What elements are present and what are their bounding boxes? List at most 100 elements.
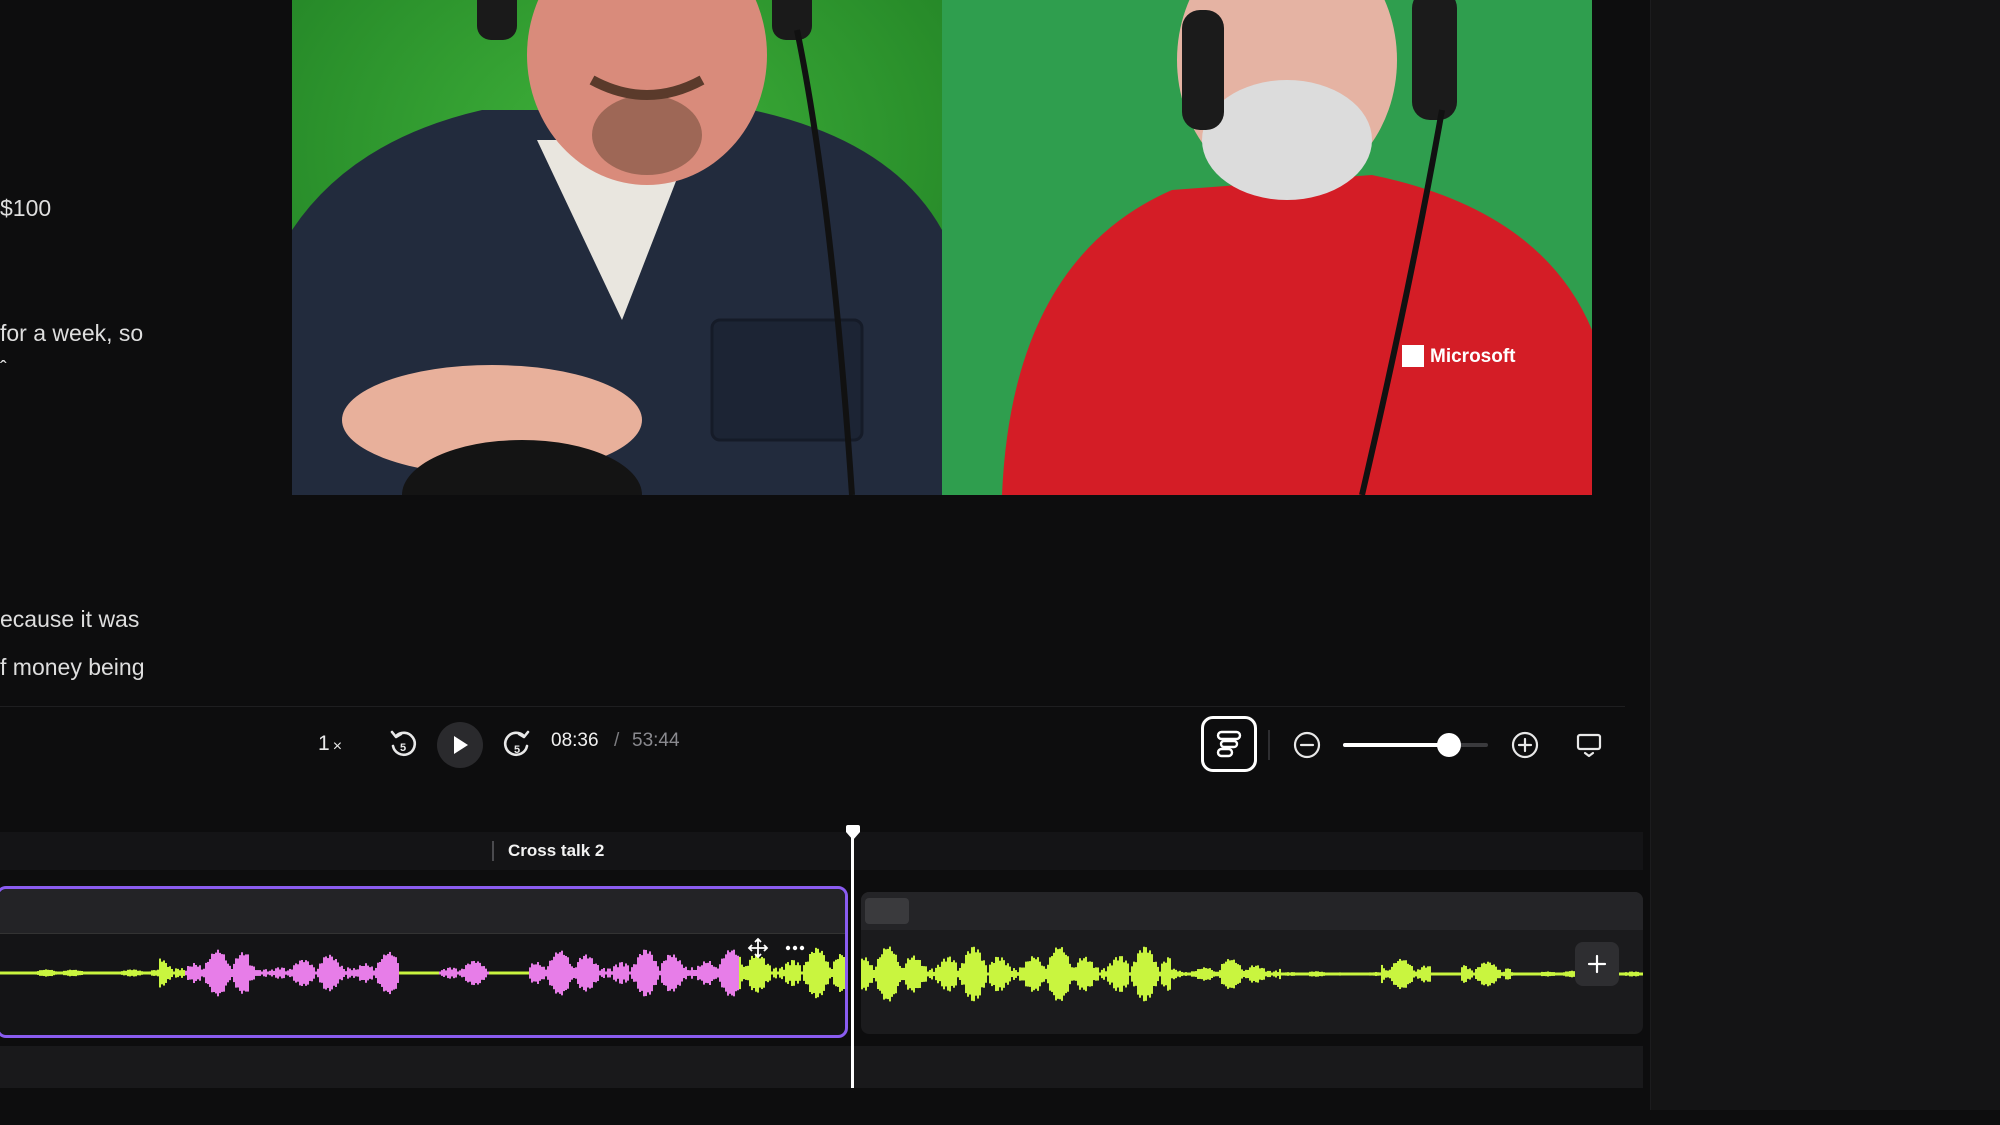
- waveform-bar: [1059, 948, 1061, 1000]
- clip-thumbnail: [865, 898, 909, 924]
- forward-5-button[interactable]: 5: [500, 727, 534, 761]
- marker-label[interactable]: Cross talk 2: [492, 841, 604, 861]
- waveform-bar: [1529, 972, 1531, 976]
- clip-header[interactable]: [861, 892, 1643, 930]
- clip-header[interactable]: [0, 889, 845, 934]
- transcript-line[interactable]: for a week, so: [0, 320, 143, 347]
- waveform-bar: [931, 968, 933, 980]
- waveform-bar: [127, 969, 129, 977]
- waveform-bar: [141, 971, 143, 975]
- waveform-bar: [77, 970, 79, 976]
- waveform-bar: [33, 971, 35, 975]
- playhead-handle-icon[interactable]: [844, 824, 862, 842]
- forward-5-icon: 5: [503, 730, 530, 757]
- waveform-bar: [1207, 968, 1209, 980]
- waveform-bar: [1441, 972, 1443, 976]
- waveform-bar: [1003, 960, 1005, 988]
- waveform-bar: [199, 965, 201, 981]
- transcript-line[interactable]: ecause it was: [0, 606, 139, 633]
- waveform-bar: [471, 961, 473, 985]
- waveform-bar: [715, 967, 717, 979]
- waveform-bar: [1619, 972, 1621, 976]
- zoom-slider-thumb[interactable]: [1436, 733, 1461, 757]
- move-clip-button[interactable]: [745, 935, 771, 961]
- waveform-bar: [467, 963, 469, 983]
- waveform-bar: [1011, 970, 1013, 978]
- divider: [0, 706, 1625, 707]
- waveform-bar: [185, 970, 187, 976]
- waveform-bar: [319, 963, 321, 983]
- waveform-bar: [1, 971, 3, 975]
- waveform-bar: [1019, 967, 1021, 981]
- clip-selected[interactable]: [0, 886, 848, 1038]
- waveform-bar: [1417, 969, 1419, 979]
- waveform-bar: [911, 957, 913, 991]
- waveform-bar: [1219, 970, 1221, 978]
- waveform-bar: [1113, 959, 1115, 989]
- waveform-bar: [447, 967, 449, 979]
- waveform-bar: [107, 971, 109, 975]
- waveform-bar: [1487, 961, 1489, 987]
- waveform-bar: [1071, 967, 1073, 981]
- transcript-line[interactable]: f money being: [0, 654, 144, 681]
- waveform-bar: [163, 960, 165, 986]
- waveform-bar: [975, 952, 977, 996]
- waveform-bar: [133, 969, 135, 977]
- more-options-button[interactable]: [781, 935, 809, 961]
- transcript-line[interactable]: ˆ: [0, 358, 7, 381]
- timeline-ruler[interactable]: Cross talk 2: [0, 832, 1643, 870]
- waveform-bar: [1509, 968, 1511, 980]
- transcript-line[interactable]: $100: [0, 195, 51, 222]
- waveform-bar: [811, 951, 813, 995]
- waveform-bar: [103, 971, 105, 975]
- waveform-bar: [1237, 964, 1239, 984]
- waveform-bar: [1491, 965, 1493, 983]
- display-options-button[interactable]: [1573, 729, 1605, 761]
- zoom-slider[interactable]: [1343, 733, 1488, 757]
- zoom-out-button[interactable]: [1291, 729, 1323, 761]
- script-view-button[interactable]: [1201, 716, 1257, 772]
- side-panel: [1650, 0, 2000, 1110]
- waveform-bar: [449, 967, 451, 979]
- waveform-bar: [193, 962, 195, 984]
- waveform-bar: [489, 971, 491, 975]
- waveform-bar: [597, 965, 599, 981]
- waveform-bar: [485, 968, 487, 978]
- waveform-bar: [653, 960, 655, 986]
- waveform-bar: [1131, 966, 1133, 982]
- waveform-bar: [899, 965, 901, 983]
- add-clip-button[interactable]: [1575, 942, 1619, 986]
- waveform-bar: [125, 970, 127, 976]
- waveform-bar: [807, 961, 809, 985]
- waveform-bar: [647, 953, 649, 993]
- waveform-bar: [1271, 972, 1273, 976]
- clip-next[interactable]: [861, 892, 1643, 1034]
- video-preview[interactable]: Microsoft: [292, 0, 1592, 495]
- waveform-bar: [11, 971, 13, 975]
- play-button[interactable]: [437, 722, 483, 768]
- playhead[interactable]: [851, 832, 854, 1088]
- zoom-in-button[interactable]: [1509, 729, 1541, 761]
- waveform-bar: [1127, 963, 1129, 985]
- waveform-bar: [1101, 969, 1103, 979]
- waveform-bar: [771, 971, 773, 975]
- waveform-bar: [523, 971, 525, 975]
- waveform-bar: [951, 962, 953, 986]
- lower-track[interactable]: [0, 1046, 1643, 1088]
- waveform-bar: [835, 959, 837, 987]
- waveform-bar: [1039, 961, 1041, 987]
- waveform-bar: [1179, 970, 1181, 978]
- waveform-bar: [583, 955, 585, 991]
- waveform-bar: [1401, 960, 1403, 988]
- waveform-bar: [813, 952, 815, 994]
- waveform-bar: [279, 969, 281, 977]
- waveform-bar: [305, 960, 307, 986]
- rewind-5-button[interactable]: 5: [386, 727, 420, 761]
- waveform-bar: [495, 971, 497, 975]
- waveform-bar: [1541, 971, 1543, 977]
- waveform-bar: [723, 958, 725, 988]
- waveform-bar: [1111, 965, 1113, 983]
- playback-speed-button[interactable]: 1 ×: [318, 728, 342, 760]
- waveform-bar: [611, 971, 613, 975]
- waveform-bar: [549, 960, 551, 986]
